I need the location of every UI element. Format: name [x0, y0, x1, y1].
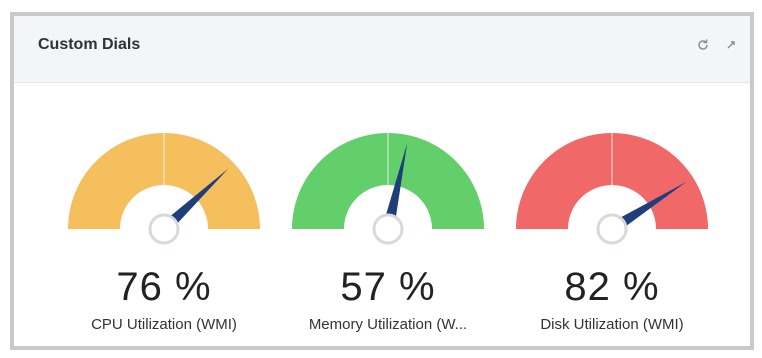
memory-label: Memory Utilization (W...: [308, 316, 468, 333]
memory-value: 57 %: [340, 265, 436, 309]
disk-label: Disk Utilization (WMI): [540, 316, 684, 333]
refresh-icon[interactable]: [696, 38, 710, 52]
widget-title: Custom Dials: [38, 36, 141, 53]
header-tools: [696, 38, 738, 52]
custom-dials-widget: Custom Dials 76 % CPU Utilization (WMI) …: [10, 12, 754, 350]
disk-gauge: [516, 133, 708, 245]
dial-cpu[interactable]: 76 % CPU Utilization (WMI): [44, 83, 284, 343]
disk-value: 82 %: [564, 265, 660, 309]
dials-row: 76 % CPU Utilization (WMI) 57 % Memory U…: [14, 83, 750, 346]
memory-gauge: [292, 133, 484, 245]
memory-gauge-hub: [372, 213, 404, 245]
dial-disk[interactable]: 82 % Disk Utilization (WMI): [492, 83, 732, 343]
widget-header: Custom Dials: [14, 16, 750, 83]
cpu-value: 76 %: [116, 265, 212, 309]
cpu-label: CPU Utilization (WMI): [91, 316, 237, 333]
cpu-gauge-hub: [148, 213, 180, 245]
cpu-gauge: [68, 133, 260, 245]
dial-memory[interactable]: 57 % Memory Utilization (W...: [268, 83, 508, 343]
page: Custom Dials 76 % CPU Utilization (WMI) …: [0, 0, 762, 358]
disk-gauge-hub: [596, 213, 628, 245]
expand-icon[interactable]: [724, 38, 738, 52]
